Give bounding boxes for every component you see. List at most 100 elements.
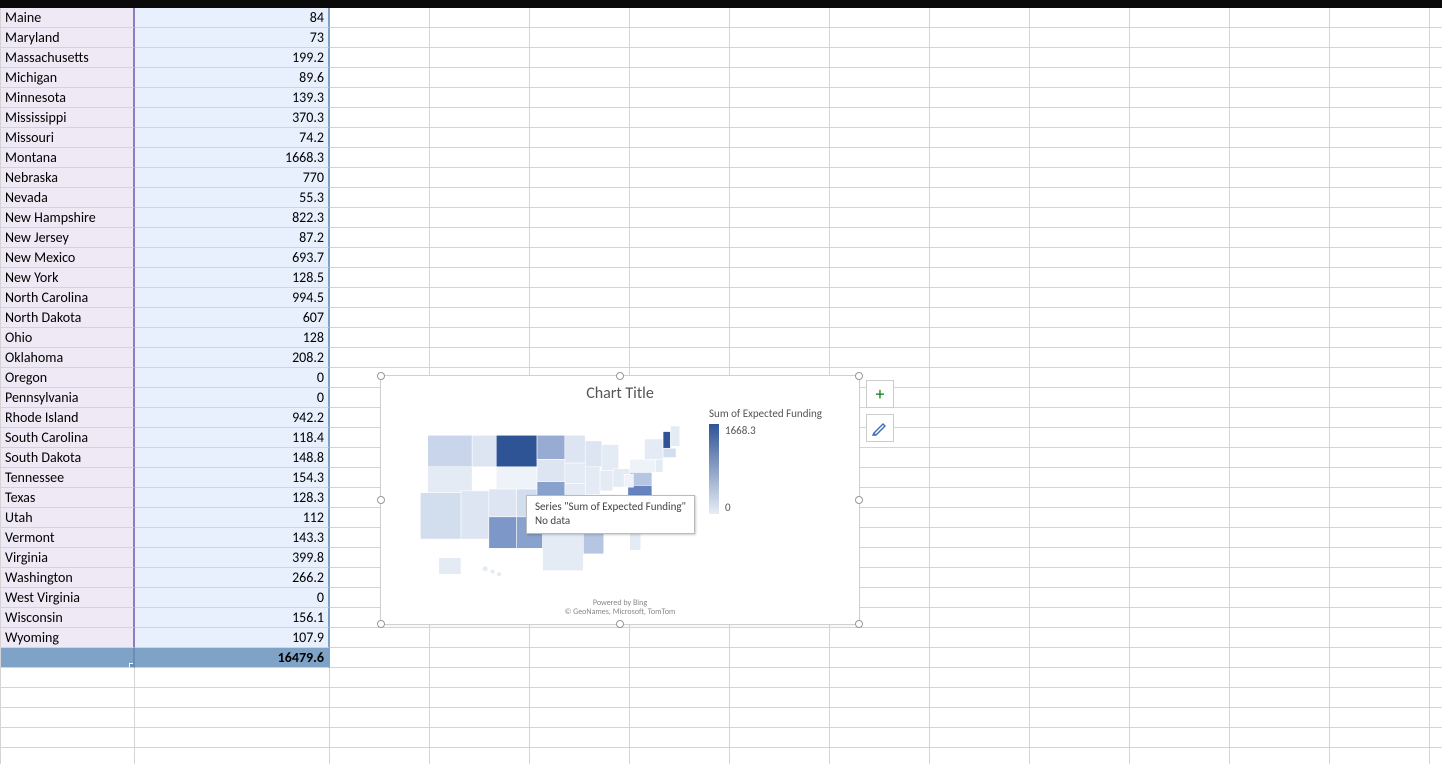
empty-cell[interactable] [930,248,1030,268]
empty-cell[interactable] [430,208,530,228]
empty-cell[interactable] [1130,548,1230,568]
empty-cell[interactable] [930,208,1030,228]
empty-cell[interactable] [630,728,730,748]
cell-state[interactable]: Virginia [0,548,135,568]
cell-state[interactable]: Ohio [0,328,135,348]
empty-cell[interactable] [1230,468,1330,488]
empty-cell[interactable] [830,208,930,228]
empty-cell[interactable] [1330,8,1430,28]
empty-cell[interactable] [830,28,930,48]
cell-value[interactable]: 128.3 [135,488,330,508]
empty-cell[interactable] [430,68,530,88]
empty-cell[interactable] [1030,588,1130,608]
empty-cell[interactable] [830,748,930,764]
cell-value[interactable]: 0 [135,588,330,608]
cell-value[interactable]: 89.6 [135,68,330,88]
empty-cell[interactable] [1430,568,1442,588]
empty-cell[interactable] [630,228,730,248]
empty-cell[interactable] [530,88,630,108]
empty-cell[interactable] [630,628,730,648]
empty-cell[interactable] [930,68,1030,88]
cell-state[interactable]: New Hampshire [0,208,135,228]
empty-cell[interactable] [730,148,830,168]
empty-cell[interactable] [1130,668,1230,688]
empty-cell[interactable] [930,48,1030,68]
empty-cell[interactable] [830,48,930,68]
empty-cell[interactable] [1130,68,1230,88]
empty-cell[interactable] [1330,468,1430,488]
empty-cell[interactable] [1130,268,1230,288]
empty-cell[interactable] [430,228,530,248]
empty-cell[interactable] [1230,588,1330,608]
empty-cell[interactable] [630,328,730,348]
empty-cell[interactable] [630,288,730,308]
empty-cell[interactable] [1230,648,1330,668]
cell-state[interactable]: New York [0,268,135,288]
empty-cell[interactable] [1330,608,1430,628]
empty-cell[interactable] [0,668,135,688]
empty-cell[interactable] [1030,628,1130,648]
cell-state[interactable]: North Dakota [0,308,135,328]
cell-state[interactable]: Maryland [0,28,135,48]
empty-cell[interactable] [830,268,930,288]
resize-handle[interactable] [616,620,624,628]
empty-cell[interactable] [1330,88,1430,108]
empty-cell[interactable] [1430,48,1442,68]
empty-cell[interactable] [1030,68,1130,88]
empty-cell[interactable] [730,348,830,368]
empty-cell[interactable] [0,728,135,748]
empty-cell[interactable] [630,88,730,108]
empty-cell[interactable] [1130,248,1230,268]
empty-cell[interactable] [430,108,530,128]
cell-state[interactable]: Maine [0,8,135,28]
empty-cell[interactable] [1330,68,1430,88]
empty-cell[interactable] [1130,188,1230,208]
empty-cell[interactable] [1330,308,1430,328]
empty-cell[interactable] [1430,748,1442,764]
empty-cell[interactable] [1430,28,1442,48]
empty-cell[interactable] [630,68,730,88]
empty-cell[interactable] [930,228,1030,248]
empty-cell[interactable] [630,748,730,764]
empty-cell[interactable] [1130,168,1230,188]
empty-cell[interactable] [1230,728,1330,748]
empty-cell[interactable] [1030,748,1130,764]
empty-cell[interactable] [1030,528,1130,548]
empty-cell[interactable] [1230,188,1330,208]
empty-cell[interactable] [1430,408,1442,428]
empty-cell[interactable] [1030,268,1130,288]
empty-cell[interactable] [730,268,830,288]
empty-cell[interactable] [1230,528,1330,548]
cell-state[interactable]: Missouri [0,128,135,148]
empty-cell[interactable] [1130,708,1230,728]
empty-cell[interactable] [1030,648,1130,668]
empty-cell[interactable] [730,728,830,748]
cell-value[interactable]: 73 [135,28,330,48]
empty-cell[interactable] [430,168,530,188]
empty-cell[interactable] [930,388,1030,408]
empty-cell[interactable] [1330,28,1430,48]
empty-cell[interactable] [1330,48,1430,68]
empty-cell[interactable] [1330,248,1430,268]
empty-cell[interactable] [930,308,1030,328]
empty-cell[interactable] [1430,308,1442,328]
empty-cell[interactable] [1330,528,1430,548]
empty-cell[interactable] [730,308,830,328]
empty-cell[interactable] [1130,648,1230,668]
empty-cell[interactable] [0,748,135,764]
empty-cell[interactable] [1430,728,1442,748]
empty-cell[interactable] [530,628,630,648]
empty-cell[interactable] [730,208,830,228]
empty-cell[interactable] [1030,468,1130,488]
empty-cell[interactable] [1230,488,1330,508]
cell-value[interactable]: 112 [135,508,330,528]
empty-cell[interactable] [1030,568,1130,588]
cell-value[interactable]: 143.3 [135,528,330,548]
empty-cell[interactable] [330,648,430,668]
empty-cell[interactable] [1330,448,1430,468]
resize-handle[interactable] [855,372,863,380]
empty-cell[interactable] [530,288,630,308]
empty-cell[interactable] [730,48,830,68]
empty-cell[interactable] [1430,448,1442,468]
empty-cell[interactable] [1430,188,1442,208]
